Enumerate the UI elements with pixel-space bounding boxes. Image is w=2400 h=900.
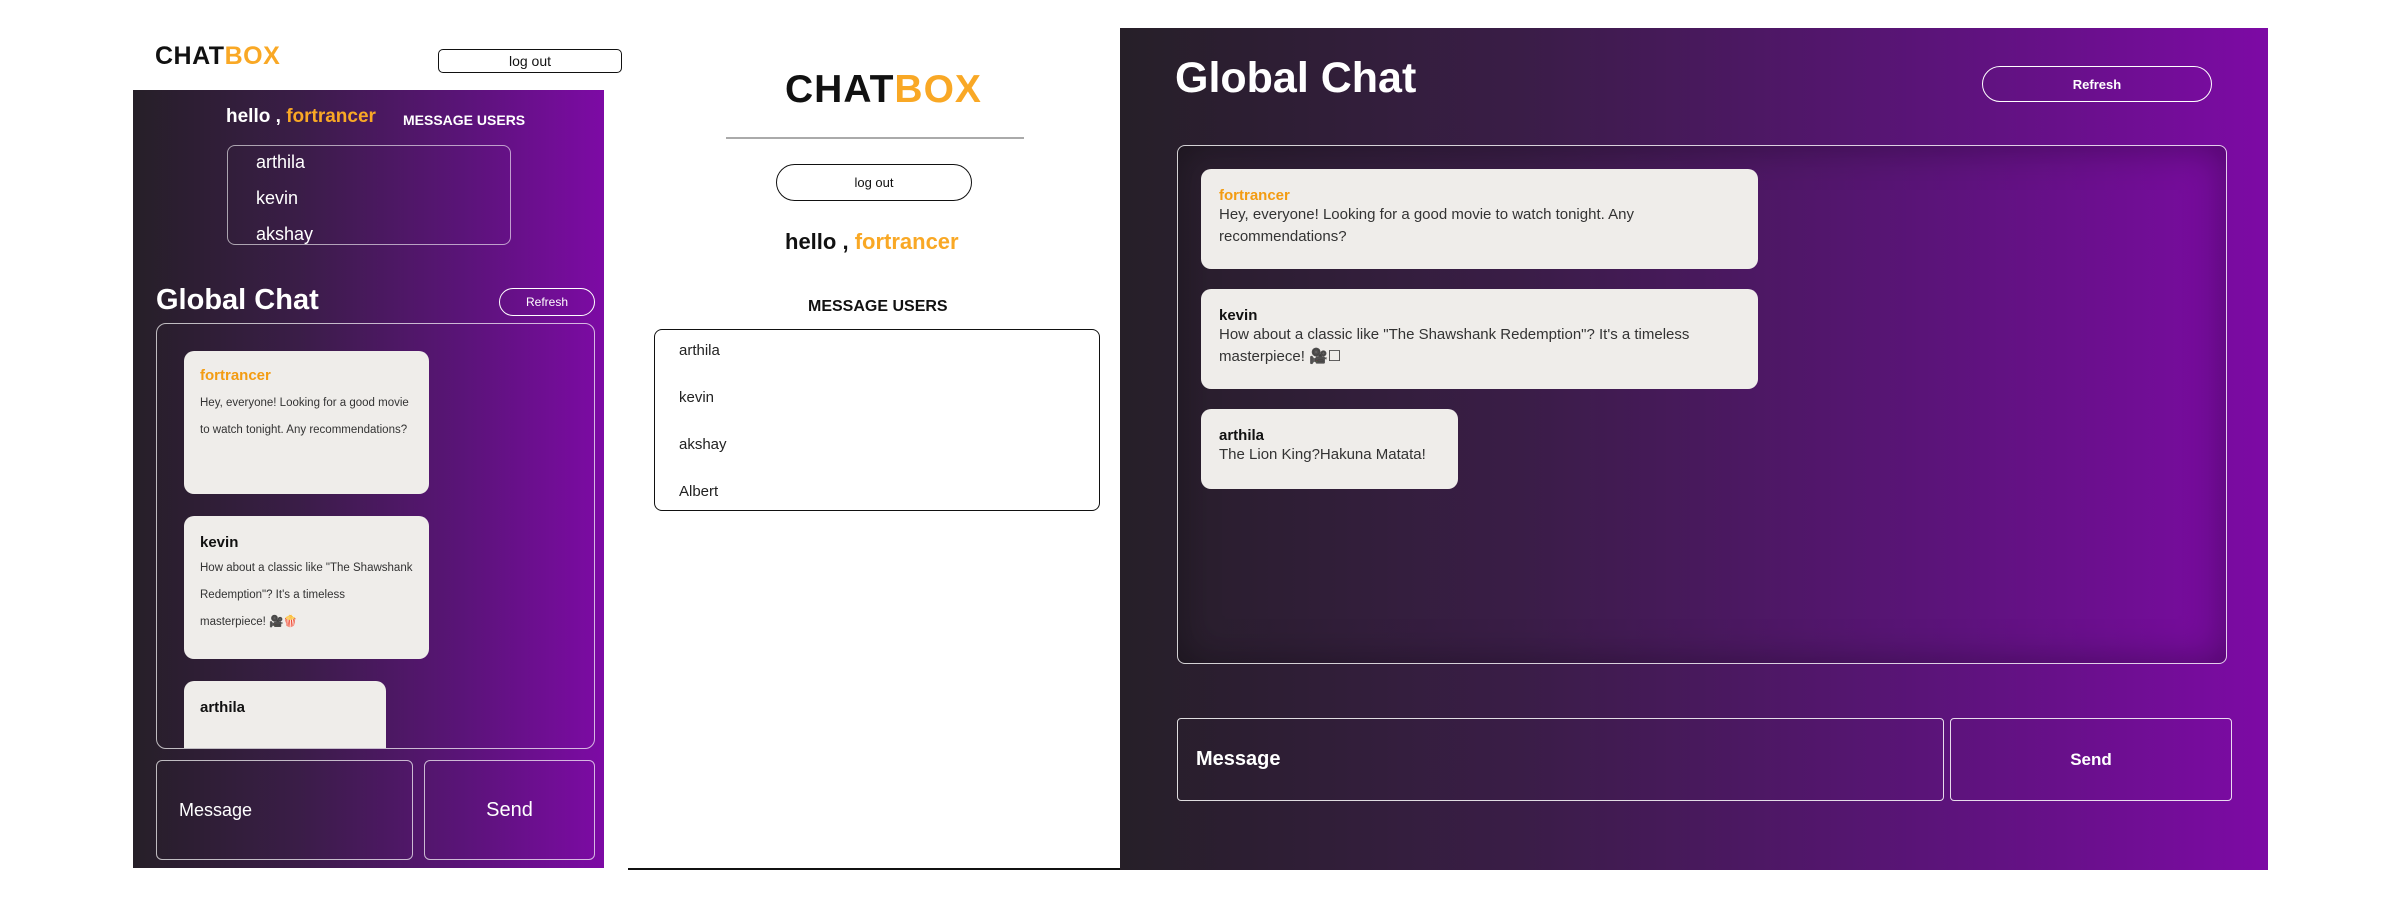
divider — [726, 137, 1024, 139]
brand-logo: CHATBOX — [155, 42, 280, 71]
message-sender: arthila — [1219, 427, 1265, 444]
refresh-label: Refresh — [525, 295, 569, 309]
refresh-button[interactable]: Refresh — [1982, 66, 2212, 102]
logout-label: log out — [854, 175, 894, 190]
send-label: Send — [486, 798, 533, 821]
chat-title: Global Chat — [156, 284, 319, 316]
user-item-arthila[interactable]: arthila — [256, 152, 305, 173]
user-list: arthila kevin akshay Albert — [654, 329, 1100, 511]
message-bubble: fortrancer Hey, everyone! Looking for a … — [1201, 169, 1758, 269]
user-item-albert[interactable]: Albert — [679, 483, 718, 500]
user-list: arthila kevin akshay — [227, 145, 511, 245]
user-item-kevin[interactable]: kevin — [256, 188, 298, 209]
message-bubble: arthila — [184, 681, 386, 748]
greeting: hello , fortrancer — [226, 106, 376, 128]
desktop-chat-panel: Global Chat Refresh fortrancer Hey, ever… — [1120, 28, 2268, 870]
greeting: hello , fortrancer — [785, 229, 959, 255]
logout-button[interactable]: log out — [776, 164, 972, 201]
message-users-heading: MESSAGE USERS — [403, 112, 526, 128]
greeting-username: fortrancer — [854, 229, 959, 254]
logout-button[interactable]: log out — [438, 49, 622, 73]
bottom-border — [628, 868, 1120, 870]
message-input[interactable]: Message — [156, 760, 413, 860]
brand-logo: CHATBOX — [785, 68, 982, 112]
send-label: Send — [2070, 749, 2112, 769]
sidebar-panel: CHATBOX log out hello , fortrancer MESSA… — [628, 0, 1120, 870]
message-list[interactable]: fortrancer Hey, everyone! Looking for a … — [1177, 145, 2227, 664]
refresh-button[interactable]: Refresh — [499, 288, 595, 316]
message-text: How about a classic like "The Shawshank … — [200, 562, 413, 628]
message-text: Hey, everyone! Looking for a good movie … — [1219, 206, 1634, 245]
message-users-heading: MESSAGE USERS — [808, 298, 948, 315]
chat-title: Global Chat — [1175, 54, 1417, 102]
greeting-username: fortrancer — [286, 106, 376, 127]
greeting-hello: hello , — [226, 106, 281, 127]
message-text: Hey, everyone! Looking for a good movie … — [200, 397, 409, 436]
message-sender: arthila — [200, 699, 246, 716]
brand-part-box: BOX — [894, 68, 982, 111]
message-bubble: kevin How about a classic like "The Shaw… — [184, 516, 429, 659]
user-item-akshay[interactable]: akshay — [256, 224, 313, 244]
message-text: The Lion King?Hakuna Matata! — [1219, 446, 1426, 463]
send-button[interactable]: Send — [424, 760, 595, 860]
logout-label: log out — [508, 53, 552, 69]
user-item-arthila[interactable]: arthila — [679, 342, 720, 359]
brand-part-box: BOX — [224, 42, 281, 70]
mobile-header: CHATBOX log out — [133, 32, 622, 90]
brand-part-chat: CHAT — [155, 42, 225, 70]
greeting-hello: hello , — [785, 229, 849, 254]
user-item-kevin[interactable]: kevin — [679, 389, 714, 406]
message-list[interactable]: fortrancer Hey, everyone! Looking for a … — [156, 323, 595, 749]
send-button[interactable]: Send — [1950, 718, 2232, 801]
message-sender: kevin — [200, 534, 239, 551]
message-text: How about a classic like "The Shawshank … — [1219, 326, 1690, 365]
mobile-chat-panel: hello , fortrancer MESSAGE USERS arthila… — [133, 90, 604, 868]
message-bubble: kevin How about a classic like "The Shaw… — [1201, 289, 1758, 389]
message-sender: fortrancer — [1219, 187, 1290, 204]
user-item-akshay[interactable]: akshay — [679, 436, 727, 453]
message-input[interactable]: Message — [1177, 718, 1944, 801]
message-bubble: fortrancer Hey, everyone! Looking for a … — [184, 351, 429, 494]
message-input-placeholder: Message — [179, 799, 253, 820]
message-sender: kevin — [1219, 307, 1258, 324]
message-sender: fortrancer — [200, 367, 271, 384]
refresh-label: Refresh — [2072, 76, 2122, 92]
message-input-placeholder: Message — [1196, 748, 1281, 770]
message-bubble: arthila The Lion King?Hakuna Matata! — [1201, 409, 1458, 489]
brand-part-chat: CHAT — [785, 68, 895, 111]
